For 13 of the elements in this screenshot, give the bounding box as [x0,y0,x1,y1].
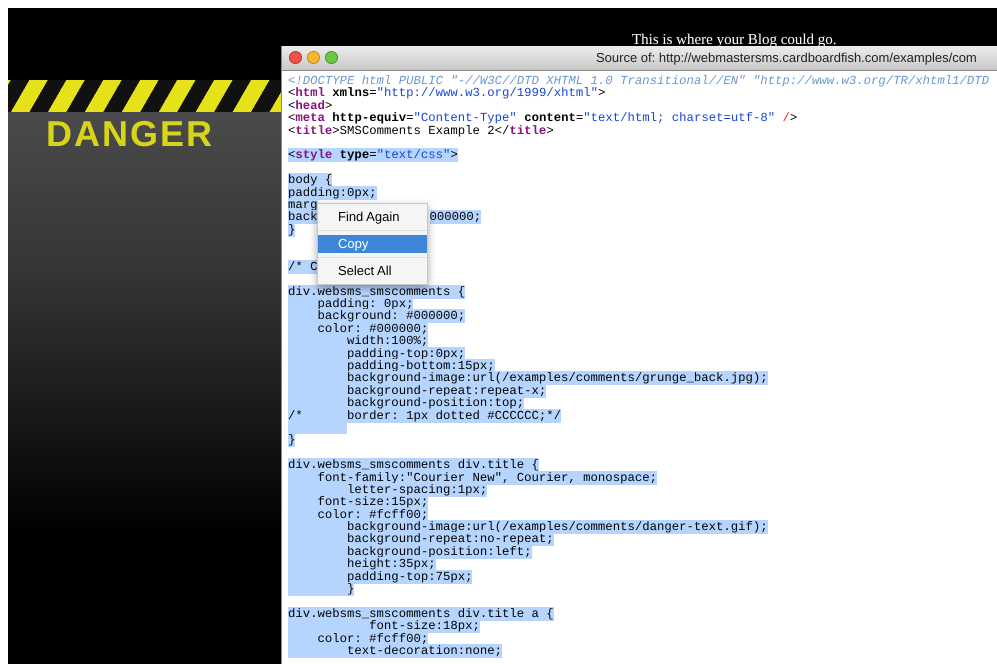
menu-item[interactable]: Copy [318,235,427,253]
zoom-icon[interactable] [325,51,338,64]
code-line: <title>SMSComments Example 2</title> [288,124,554,138]
minimize-icon[interactable] [307,51,320,64]
danger-logo-text: DANGER [46,114,214,154]
code-line: <head> [288,98,332,113]
close-icon[interactable] [289,51,302,64]
window-title: Source of: http://webmastersms.cardboardfish.com/examples/com [596,50,977,66]
code-line: <meta http-equiv="Content-Type" content="text/html; charset=utf-8" /> [288,111,798,126]
menu-item[interactable]: Select All [318,262,427,280]
menu-item[interactable]: Find Again [318,208,427,226]
code-line: <html xmlns="http://www.w3.org/1999/xhtml"> [288,86,606,100]
code-line: <!DOCTYPE html PUBLIC "-//W3C//DTD XHTML 1.0 Transitional//EN" "http://www.w3.org/TR/xhtml1/DTD [288,74,990,88]
